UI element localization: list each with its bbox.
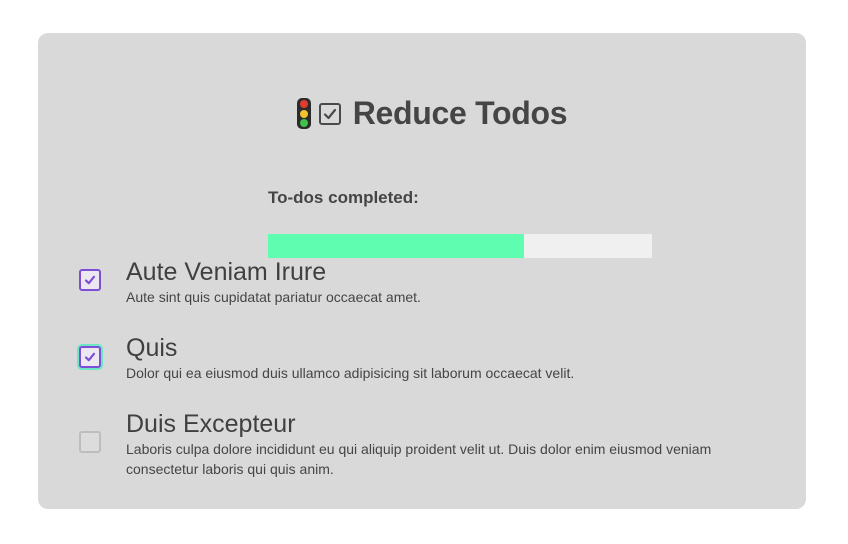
- todo-description: Aute sint quis cupidatat pariatur occaec…: [126, 289, 421, 305]
- progress-bar-fill: [268, 234, 524, 258]
- todo-checkbox[interactable]: [79, 269, 101, 291]
- todo-title: Duis Excepteur: [126, 410, 296, 438]
- checkmark-icon: [84, 352, 96, 362]
- page-title: Reduce Todos: [48, 95, 816, 132]
- todo-description: Dolor qui ea eiusmod duis ullamco adipis…: [126, 365, 575, 381]
- todo-title: Quis: [126, 334, 178, 362]
- todo-card: Reduce Todos To-dos completed: Aute Veni…: [38, 33, 806, 509]
- check-box-icon: [318, 102, 341, 125]
- progress-bar: [268, 234, 652, 258]
- traffic-light-icon: [296, 98, 311, 129]
- progress-label: To-dos completed:: [268, 188, 419, 207]
- todo-description: Laboris culpa dolore incididunt eu qui a…: [126, 441, 712, 477]
- todo-checkbox[interactable]: [79, 431, 101, 453]
- checkmark-icon: [84, 275, 96, 285]
- todo-title: Aute Veniam Irure: [126, 258, 327, 286]
- todo-checkbox[interactable]: [79, 346, 101, 368]
- page-title-text: Reduce Todos: [352, 95, 568, 131]
